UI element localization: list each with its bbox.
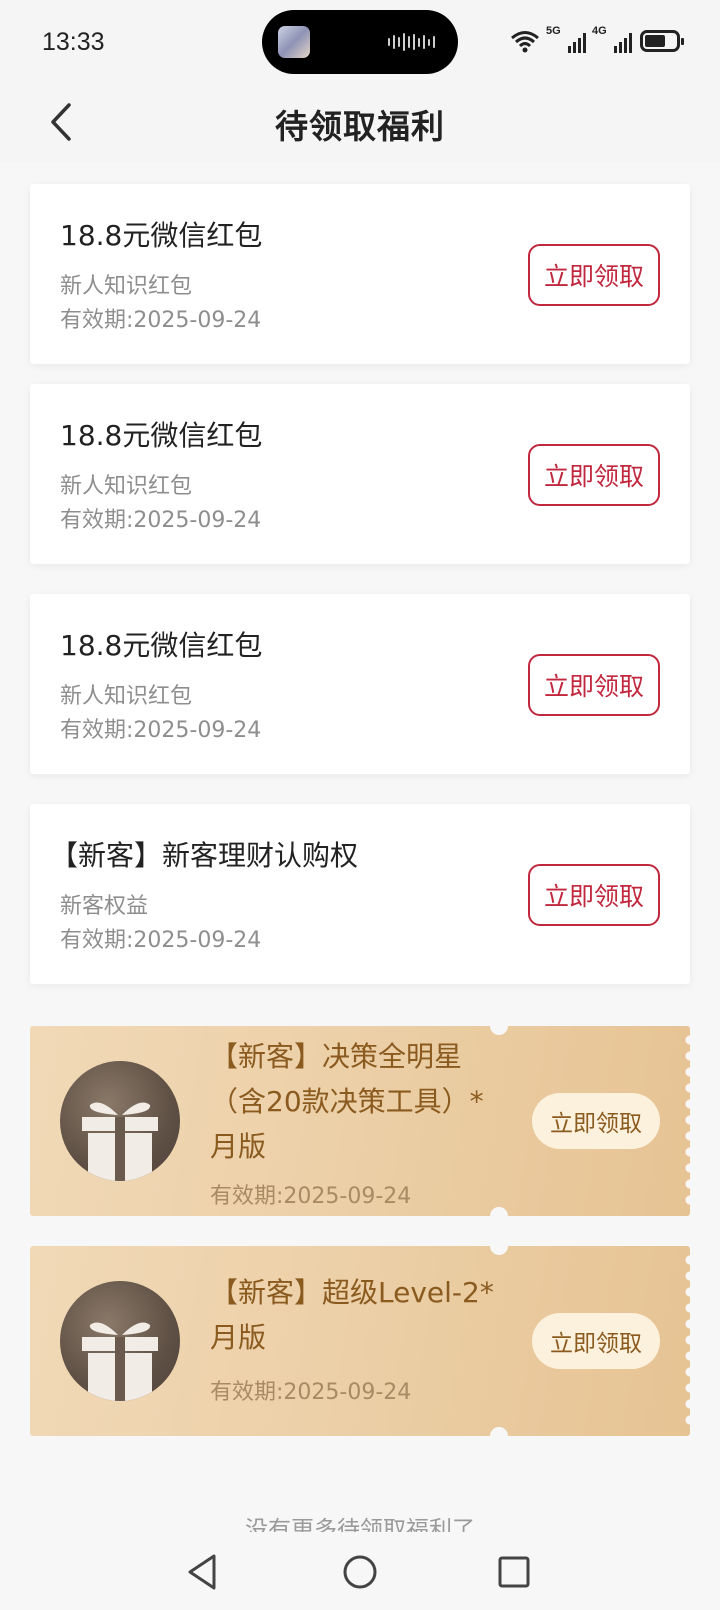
status-icons: 5G 4G (510, 25, 684, 56)
claim-button[interactable]: 立即领取 (532, 1093, 660, 1149)
wifi-icon (511, 31, 539, 53)
benefit-subtitle: 新客权益 (60, 894, 149, 919)
benefit-card: 18.8元微信红包 新人知识红包 有效期:2025-09-24 立即领取 (30, 184, 690, 364)
benefit-title: 18.8元微信红包 (60, 219, 263, 252)
claim-button[interactable]: 立即领取 (528, 244, 660, 306)
benefit-card: 【新客】新客理财认购权 新客权益 有效期:2025-09-24 立即领取 (30, 804, 690, 984)
benefit-validity: 有效期:2025-09-24 (60, 928, 262, 953)
ticket-title-line: （含20款决策工具）* (210, 1085, 484, 1118)
gift-icon (60, 1061, 180, 1181)
header: 待领取福利 (0, 86, 720, 162)
system-nav-bar (0, 1532, 720, 1610)
status-time: 13:33 (42, 28, 105, 56)
benefit-validity: 有效期:2025-09-24 (60, 508, 262, 533)
claim-button[interactable]: 立即领取 (528, 864, 660, 926)
claim-button[interactable]: 立即领取 (532, 1313, 660, 1369)
ticket-validity: 有效期:2025-09-24 (210, 1184, 412, 1209)
benefit-title: 18.8元微信红包 (60, 629, 263, 662)
claim-button[interactable]: 立即领取 (528, 444, 660, 506)
benefit-title: 18.8元微信红包 (60, 419, 263, 452)
benefit-title: 【新客】新客理财认购权 (50, 839, 359, 872)
signal-4g-icon: 4G (592, 25, 632, 55)
signal-5g-icon: 5G (546, 25, 586, 55)
claim-button[interactable]: 立即领取 (528, 654, 660, 716)
coupon-ticket: 【新客】超级Level-2* 月版 有效期:2025-09-24 立即领取 (30, 1246, 690, 1436)
ticket-title-line: 【新客】决策全明星 (210, 1040, 463, 1073)
nav-recents-icon[interactable] (494, 1552, 534, 1592)
perforated-edge (684, 1032, 690, 1210)
benefit-card: 18.8元微信红包 新人知识红包 有效期:2025-09-24 立即领取 (30, 594, 690, 774)
benefit-card: 18.8元微信红包 新人知识红包 有效期:2025-09-24 立即领取 (30, 384, 690, 564)
gift-icon (60, 1281, 180, 1401)
nav-home-icon[interactable] (340, 1552, 380, 1592)
coupon-ticket: 【新客】决策全明星 （含20款决策工具）* 月版 有效期:2025-09-24 … (30, 1026, 690, 1216)
benefit-subtitle: 新人知识红包 (60, 474, 193, 499)
ticket-validity: 有效期:2025-09-24 (210, 1380, 412, 1405)
ticket-title-line: 【新客】超级Level-2* (210, 1276, 494, 1309)
benefit-subtitle: 新人知识红包 (60, 684, 193, 709)
media-thumbnail (278, 26, 310, 58)
page-title: 待领取福利 (275, 107, 445, 146)
perforated-edge (684, 1252, 690, 1430)
dynamic-island[interactable] (262, 10, 458, 74)
status-bar: 13:33 5G 4G (0, 0, 720, 86)
ticket-title-line: 月版 (210, 1321, 267, 1354)
audio-wave-icon (388, 32, 438, 52)
benefit-subtitle: 新人知识红包 (60, 274, 193, 299)
battery-icon (640, 30, 684, 52)
nav-back-icon[interactable] (184, 1552, 224, 1592)
benefit-validity: 有效期:2025-09-24 (60, 718, 262, 743)
benefit-validity: 有效期:2025-09-24 (60, 308, 262, 333)
benefit-list[interactable]: 18.8元微信红包 新人知识红包 有效期:2025-09-24 立即领取 18.… (0, 162, 720, 1532)
ticket-title-line: 月版 (210, 1130, 267, 1163)
end-of-list-note: 没有更多待领取福利了 (245, 1517, 475, 1532)
